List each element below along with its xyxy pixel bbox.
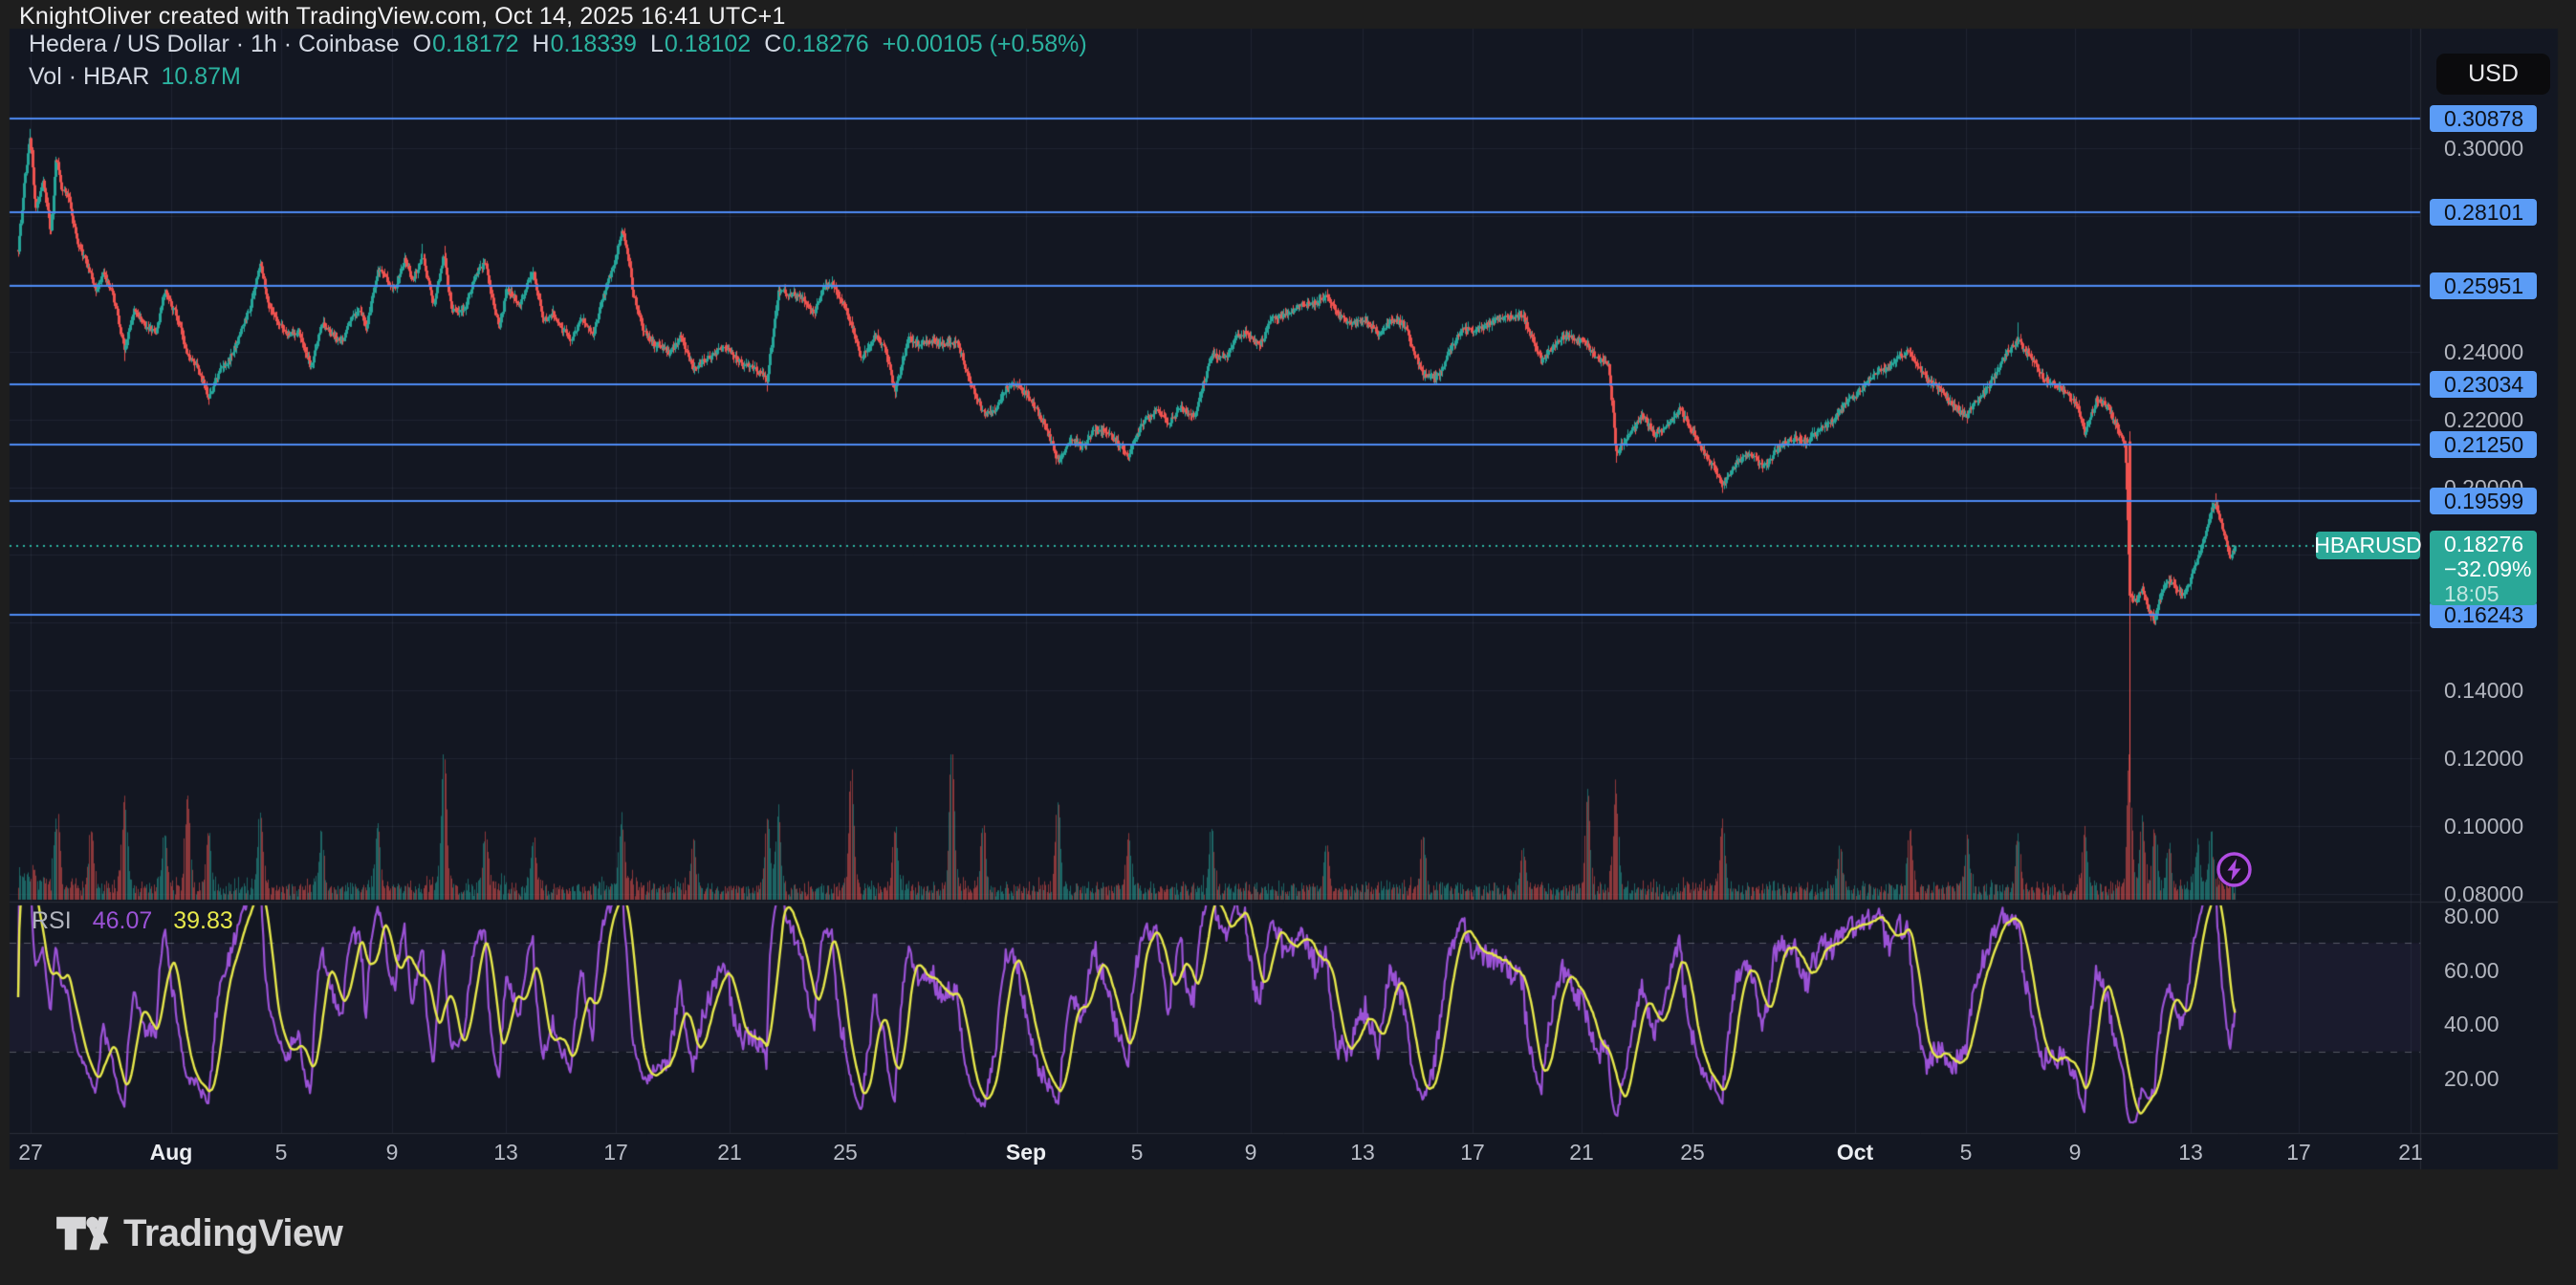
time-tick-label: 9 xyxy=(385,1140,399,1165)
volume-value: 10.87M xyxy=(161,63,241,90)
volume-label: Vol · HBAR xyxy=(29,63,150,90)
rsi-tick-label: 80.00 xyxy=(2444,904,2500,928)
tradingview-logo-icon xyxy=(56,1216,109,1251)
rsi-tick-label: 20.00 xyxy=(2444,1065,2500,1091)
time-tick-label: Oct xyxy=(1836,1140,1874,1165)
time-tick-label: 25 xyxy=(833,1140,858,1165)
flash-boost-icon[interactable] xyxy=(2215,850,2254,889)
level-price-label: 0.21250 xyxy=(2430,431,2537,459)
time-tick-label: 5 xyxy=(1959,1140,1973,1165)
rsi-title: RSI xyxy=(32,907,72,934)
level-price-label: 0.25951 xyxy=(2430,272,2537,299)
time-tick-label: Aug xyxy=(149,1140,193,1165)
time-tick-label: 5 xyxy=(274,1140,288,1165)
symbol-price-tag: HBARUSD xyxy=(2314,532,2422,559)
symbol-title: Hedera / US Dollar · 1h · Coinbase xyxy=(29,31,400,57)
time-tick-label: 21 xyxy=(2398,1140,2423,1165)
attribution-text: KnightOliver created with TradingView.co… xyxy=(19,3,786,30)
currency-toggle-usd[interactable]: USD xyxy=(2436,54,2550,95)
ohlc-open: O0.18172 xyxy=(412,31,519,57)
price-tick-label: 0.12000 xyxy=(2444,746,2524,772)
time-tick-label: 9 xyxy=(1244,1140,1257,1165)
time-tick-label: 17 xyxy=(2286,1140,2311,1165)
rsi-legend[interactable]: RSI 46.07 39.83 xyxy=(32,907,233,935)
tradingview-published-chart: KnightOliver created with TradingView.co… xyxy=(0,0,2576,1285)
symbol-legend[interactable]: Hedera / US Dollar · 1h · Coinbase O0.18… xyxy=(29,31,1087,58)
time-tick-label: 5 xyxy=(1130,1140,1144,1165)
time-tick-label: 17 xyxy=(1460,1140,1485,1165)
price-tick-label: 0.30000 xyxy=(2444,136,2524,161)
time-tick-label: 9 xyxy=(2068,1140,2082,1165)
change-value: +0.00105 (+0.58%) xyxy=(882,31,1087,57)
time-tick-label: Sep xyxy=(1005,1140,1047,1165)
last-price-value: 0.18276 xyxy=(2444,532,2524,556)
level-price-label: 0.23034 xyxy=(2430,370,2537,398)
ohlc-low: L0.18102 xyxy=(649,31,752,57)
tradingview-logo[interactable]: TradingView xyxy=(55,1210,343,1256)
bar-countdown: 18:05 xyxy=(2444,581,2500,606)
ohlc-close: C0.18276 xyxy=(764,31,869,57)
price-tick-label: 0.22000 xyxy=(2444,406,2524,432)
rsi-tick-label: 40.00 xyxy=(2444,1012,2500,1037)
time-tick-label: 27 xyxy=(18,1140,43,1165)
time-tick-label: 13 xyxy=(2178,1140,2203,1165)
last-price-label: 0.18276 −32.09% 18:05 xyxy=(2430,531,2537,606)
time-tick-label: 13 xyxy=(493,1140,518,1165)
ohlc-high: H0.18339 xyxy=(532,31,637,57)
price-tick-label: 0.14000 xyxy=(2444,678,2524,704)
time-tick-label: 25 xyxy=(1680,1140,1705,1165)
price-tick-label: 0.24000 xyxy=(2444,338,2524,364)
time-tick-label: 13 xyxy=(1350,1140,1375,1165)
rsi-tick-label: 60.00 xyxy=(2444,957,2500,983)
time-tick-label: 17 xyxy=(603,1140,628,1165)
level-price-label: 0.30878 xyxy=(2430,104,2537,132)
level-price-label: 0.19599 xyxy=(2430,487,2537,514)
price-tick-label: 0.10000 xyxy=(2444,814,2524,839)
tradingview-wordmark: TradingView xyxy=(123,1211,343,1254)
volume-legend[interactable]: Vol · HBAR 10.87M xyxy=(29,63,241,91)
rsi-ma-value: 39.83 xyxy=(173,907,233,934)
rsi-value: 46.07 xyxy=(92,907,153,934)
time-tick-label: 21 xyxy=(717,1140,742,1165)
price-chart-canvas[interactable] xyxy=(0,0,2576,1285)
time-tick-label: 21 xyxy=(1569,1140,1594,1165)
last-price-change: −32.09% xyxy=(2444,556,2532,581)
level-price-label: 0.28101 xyxy=(2430,199,2537,227)
